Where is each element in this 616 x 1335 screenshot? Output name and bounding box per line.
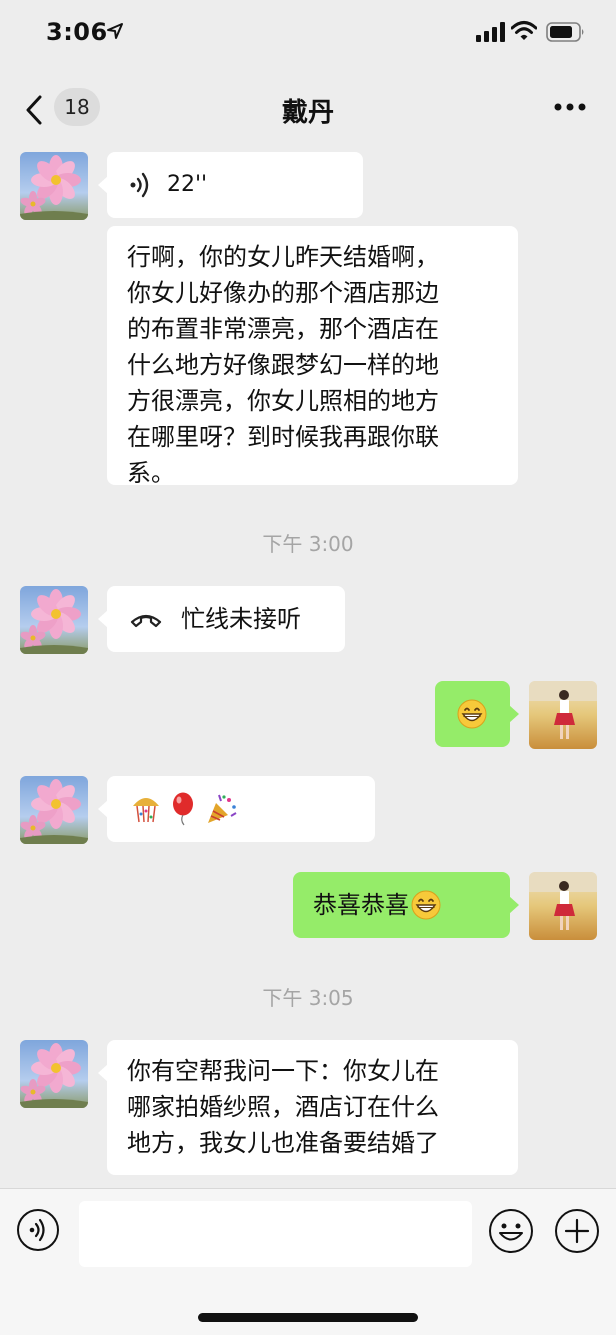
text-message-bubble[interactable]: 你有空帮我问一下：你女儿在 哪家拍婚纱照，酒店订在什么 地方，我女儿也准备要结婚… [98, 1040, 518, 1175]
message-text: 恭喜恭喜 [313, 891, 409, 919]
chat-title: 戴丹 [281, 98, 334, 128]
voice-message-bubble[interactable]: 22'' [98, 152, 363, 218]
grinning-face-emoji-icon [411, 890, 441, 920]
bubble-tail [98, 176, 108, 194]
confetti-ball-emoji-icon [133, 798, 159, 823]
contact-avatar[interactable] [20, 776, 88, 844]
voice-icon[interactable] [16, 1208, 60, 1252]
missed-call-text: 忙线未接听 [181, 605, 301, 633]
bubble-tail [98, 800, 108, 818]
my-emoji-bubble[interactable] [435, 681, 519, 747]
bubble-tail [98, 1064, 108, 1082]
message-line: 的布置非常漂亮，那个酒店在 [127, 315, 439, 343]
contact-avatar[interactable] [20, 586, 88, 654]
cellular-signal-icon [476, 22, 505, 42]
chat-header: 18 戴丹 [0, 66, 616, 154]
message-line: 行啊，你的女儿昨天结婚啊， [127, 243, 439, 271]
home-indicator[interactable] [198, 1313, 418, 1322]
voice-wave-icon [130, 172, 149, 198]
my-avatar[interactable] [529, 681, 597, 749]
battery-icon [546, 22, 584, 42]
missed-call-bubble[interactable]: 忙线未接听 [98, 586, 345, 652]
message-line: 地方，我女儿也准备要结婚了 [127, 1129, 439, 1157]
location-arrow-icon [107, 23, 123, 39]
message-line: 你有空帮我问一下：你女儿在 [127, 1057, 439, 1085]
phone-hangup-icon [130, 614, 162, 628]
plus-icon[interactable] [554, 1208, 600, 1254]
input-bar [0, 1188, 616, 1335]
message-text: 行啊，你的女儿昨天结婚啊， 你女儿好像办的那个酒店那边 的布置非常漂亮，那个酒店… [127, 239, 500, 491]
balloon-emoji-icon [173, 792, 193, 826]
message-line: 系。 [127, 459, 175, 487]
wifi-icon [511, 21, 537, 40]
status-time: 3:06 [46, 18, 108, 46]
contact-avatar[interactable] [20, 1040, 88, 1108]
contact-avatar[interactable] [20, 152, 88, 220]
party-popper-emoji-icon [208, 794, 237, 823]
text-message-bubble[interactable]: 行啊，你的女儿昨天结婚啊， 你女儿好像办的那个酒店那边 的布置非常漂亮，那个酒店… [107, 226, 518, 487]
bubble-tail [509, 705, 519, 723]
message-text: 你有空帮我问一下：你女儿在 哪家拍婚纱照，酒店订在什么 地方，我女儿也准备要结婚… [127, 1053, 500, 1161]
voice-duration: 22'' [167, 172, 208, 197]
bubble-tail [509, 896, 519, 914]
grinning-face-emoji-icon [457, 699, 487, 729]
message-line: 你女儿好像办的那个酒店那边 [127, 279, 439, 307]
my-text-message-bubble[interactable]: 恭喜恭喜 [293, 872, 519, 938]
message-line: 什么地方好像跟梦幻一样的地 [127, 351, 439, 379]
message-line: 哪家拍婚纱照，酒店订在什么 [127, 1093, 439, 1121]
text-message-bubble[interactable] [98, 776, 375, 842]
chat-timestamp: 下午 3:00 [262, 532, 354, 556]
bubble-tail [98, 610, 108, 628]
message-input[interactable] [79, 1201, 472, 1267]
my-avatar[interactable] [529, 872, 597, 940]
emoji-icon[interactable] [488, 1208, 534, 1254]
more-options-icon[interactable] [554, 102, 586, 112]
chat-timestamp: 下午 3:05 [262, 986, 354, 1010]
status-bar: 3:06 [0, 0, 616, 66]
message-line: 方很漂亮，你女儿照相的地方 [127, 387, 439, 415]
message-line: 在哪里呀？到时候我再跟你联 [127, 423, 439, 451]
